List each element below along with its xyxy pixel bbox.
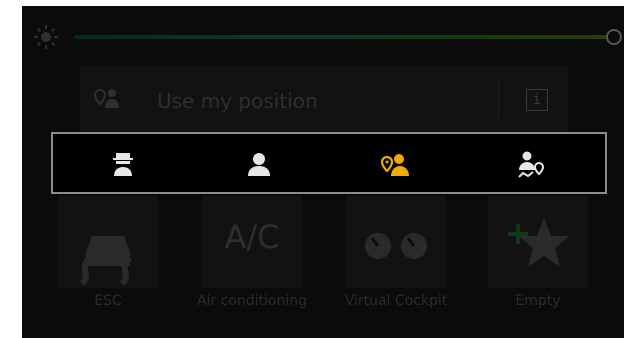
sun-icon <box>33 24 59 50</box>
info-icon[interactable]: i <box>526 89 548 111</box>
incognito-person-icon <box>113 153 133 176</box>
brightness-slider-handle[interactable] <box>606 29 622 45</box>
tile-empty[interactable] <box>488 196 588 288</box>
tile-virtual-cockpit[interactable] <box>346 196 446 288</box>
tile-empty-label: Empty <box>515 293 561 309</box>
use-my-position-label: Use my position <box>157 89 318 113</box>
tile-air-conditioning[interactable]: A/C <box>202 196 302 288</box>
option-person[interactable] <box>243 148 275 180</box>
divider <box>498 80 499 118</box>
person-icon <box>248 153 270 176</box>
ac-icon: A/C <box>224 218 280 256</box>
location-person-icon <box>93 86 122 110</box>
tile-esc[interactable] <box>58 196 158 288</box>
esc-skid-icon <box>79 236 133 287</box>
person-route-location-icon <box>518 151 545 178</box>
add-favorite-star-icon <box>508 218 570 267</box>
gauges-icon <box>365 233 427 259</box>
option-route-location[interactable] <box>515 148 547 180</box>
use-my-position-button[interactable]: Use my position i <box>80 66 568 132</box>
tile-esc-label: ESC <box>94 293 122 309</box>
location-person-icon <box>380 154 409 176</box>
brightness-slider-track[interactable] <box>74 35 616 39</box>
position-mode-popup <box>51 132 607 194</box>
tile-virtual-cockpit-label: Virtual Cockpit <box>344 293 448 309</box>
tile-air-conditioning-label: Air conditioning <box>196 293 308 309</box>
option-location-person[interactable] <box>379 148 411 180</box>
option-incognito[interactable] <box>107 148 139 180</box>
